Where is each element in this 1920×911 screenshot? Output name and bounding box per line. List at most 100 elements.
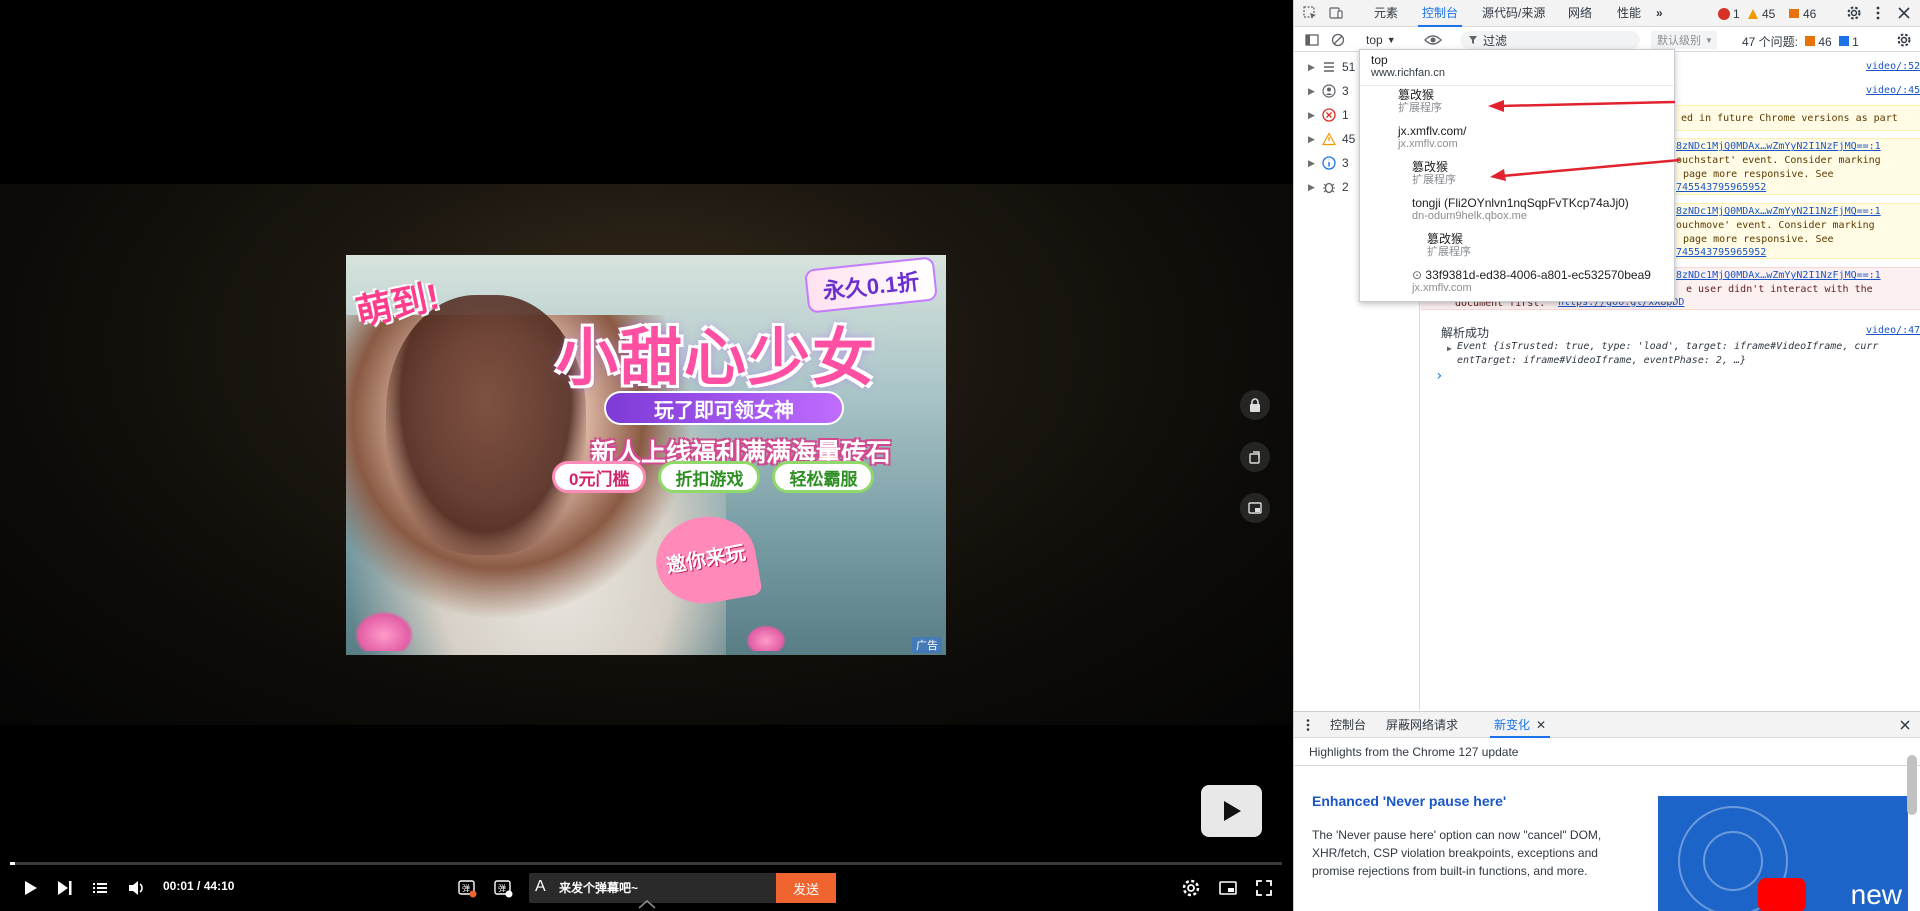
tab-network[interactable]: 网络 — [1564, 0, 1596, 27]
volume-button[interactable] — [124, 873, 148, 903]
video-player[interactable]: 萌到! 永久0.1折 小甜心少女 玩了即可领女神 新人上线福利满满海量砖石 0元… — [0, 0, 1293, 911]
error-count-badge[interactable]: 1 — [1718, 7, 1740, 21]
context-option-tampermonkey[interactable]: 篡改猴 扩展程序 — [1412, 161, 1456, 187]
context-option-tongji[interactable]: tongji (Fli2OYnlvn1nqSqpFvTKcp74aJj0) dn… — [1412, 197, 1629, 223]
annotation-arrows — [1488, 100, 1680, 181]
event-object: entTarget: iframe#VideoIframe, eventPhas… — [1457, 355, 1746, 366]
big-play-button[interactable] — [1201, 785, 1262, 837]
pip-button[interactable] — [1216, 873, 1240, 903]
fullscreen-button[interactable] — [1252, 873, 1276, 903]
feature-video-thumbnail[interactable]: new — [1658, 796, 1908, 911]
console-settings-icon[interactable] — [1896, 32, 1912, 48]
tab-sources[interactable]: 源代码/来源 — [1478, 0, 1549, 27]
console-prompt[interactable]: › — [1435, 368, 1443, 384]
sidebar-item-info[interactable]: ▶ 3 — [1308, 154, 1349, 172]
sidebar-count: 3 — [1342, 84, 1349, 98]
play-icon — [25, 881, 37, 895]
ad-chip: 折扣游戏 — [658, 461, 761, 493]
frame-icon: ⊙ — [1412, 268, 1426, 282]
warning-count-badge[interactable]: 45 — [1747, 7, 1775, 21]
context-option-sub: dn-odum9helk.qbox.me — [1412, 210, 1527, 222]
eye-icon[interactable] — [1424, 32, 1442, 48]
context-option-title: 篡改猴 — [1412, 160, 1449, 174]
ad-chip: 0元门槛 — [552, 461, 647, 493]
source-link[interactable]: video/:521 — [1866, 61, 1920, 72]
progress-bar[interactable] — [10, 862, 1282, 865]
feature-title[interactable]: Enhanced 'Never pause here' — [1312, 793, 1506, 809]
more-vertical-icon[interactable] — [1304, 718, 1312, 732]
font-style-icon[interactable]: A — [535, 878, 555, 898]
drawer-tab-network-blocking[interactable]: 屏蔽网络请求 — [1386, 712, 1458, 738]
source-link[interactable]: 8zNDc1MjQ0MDAx…wZmYyN2I1NzFjMQ==:1 — [1676, 206, 1881, 217]
list-icon — [1324, 62, 1334, 72]
source-link[interactable]: video/:454 — [1866, 85, 1920, 96]
context-option-sub: 扩展程序 — [1427, 246, 1471, 258]
more-vertical-icon[interactable] — [1870, 5, 1886, 21]
bug-icon — [1323, 182, 1335, 194]
danmaku-input[interactable] — [559, 873, 759, 903]
rotate-button[interactable] — [1240, 442, 1270, 472]
close-icon[interactable]: ✕ — [1536, 718, 1546, 732]
sidebar-item-warnings[interactable]: ▶ 45 — [1308, 130, 1355, 148]
inspect-element-icon[interactable] — [1302, 5, 1318, 21]
device-toolbar-icon[interactable] — [1328, 5, 1344, 21]
drawer-tab-console[interactable]: 控制台 — [1330, 712, 1366, 738]
context-option-frame[interactable]: ⊙ 33f9381d-ed38-4006-a801-ec532570bea9 j… — [1412, 269, 1651, 295]
source-link[interactable]: video/:475 — [1866, 325, 1920, 336]
caret-down-icon: ▼ — [1705, 35, 1713, 45]
caret-down-icon: ▼ — [1386, 35, 1396, 45]
danmaku-settings-button[interactable]: 弹 — [490, 873, 516, 903]
event-object[interactable]: Event {isTrusted: true, type: 'load', ta… — [1457, 340, 1878, 353]
context-option-tampermonkey[interactable]: 篡改猴 扩展程序 — [1427, 233, 1471, 259]
settings-button[interactable] — [1179, 873, 1203, 903]
issue-count-badge[interactable]: 46 — [1788, 7, 1816, 21]
context-option-jx-xmflv[interactable]: jx.xmflv.com/ jx.xmflv.com — [1398, 125, 1466, 151]
tab-elements[interactable]: 元素 — [1370, 0, 1402, 27]
source-link[interactable]: 8zNDc1MjQ0MDAx…wZmYyN2I1NzFjMQ==:1 — [1676, 141, 1881, 152]
log-level-select[interactable]: 默认级别 ▼ — [1651, 31, 1717, 49]
lock-button[interactable] — [1240, 390, 1270, 420]
info-icon — [1322, 156, 1336, 170]
clear-console-icon[interactable] — [1330, 32, 1346, 48]
sidebar-item-messages[interactable]: ▶ 51 — [1308, 58, 1355, 76]
playlist-button[interactable] — [88, 873, 112, 903]
close-icon[interactable] — [1896, 5, 1912, 21]
devtools-tab-bar: 元素 控制台 源代码/来源 网络 性能 » 1 45 46 — [1294, 0, 1920, 27]
tab-performance[interactable]: 性能 — [1613, 0, 1645, 27]
sidebar-count: 45 — [1342, 132, 1356, 146]
youtube-play-icon — [1758, 878, 1806, 911]
send-danmaku-button[interactable]: 发送 — [776, 873, 836, 903]
more-tabs-icon[interactable]: » — [1652, 0, 1667, 27]
gear-icon[interactable] — [1846, 5, 1862, 21]
tab-console[interactable]: 控制台 — [1418, 0, 1463, 27]
context-selector[interactable]: top ▼ — [1366, 31, 1396, 49]
log-level-value: 默认级别 — [1657, 35, 1701, 47]
pip-side-button[interactable] — [1240, 493, 1270, 523]
expand-arrow-icon[interactable]: ▶ — [1447, 344, 1452, 353]
filter-input[interactable]: 过滤 — [1460, 31, 1640, 49]
source-link[interactable]: 8zNDc1MjQ0MDAx…wZmYyN2I1NzFjMQ==:1 — [1676, 270, 1881, 281]
danmaku-toggle-button[interactable]: 弹 — [454, 873, 480, 903]
context-option-top[interactable]: top www.richfan.cn — [1360, 50, 1674, 84]
chevron-up-icon[interactable] — [636, 897, 658, 911]
sidebar-item-verbose[interactable]: ▶ 2 — [1308, 178, 1349, 196]
next-button[interactable] — [52, 873, 76, 903]
sidebar-item-user-messages[interactable]: ▶ 3 — [1308, 82, 1349, 100]
sidebar-toggle-icon[interactable] — [1304, 32, 1320, 48]
close-drawer-icon[interactable] — [1899, 719, 1911, 731]
issues-count-b: 1 — [1852, 35, 1859, 49]
expand-arrow-icon: ▶ — [1308, 61, 1315, 72]
context-option-tampermonkey[interactable]: 篡改猴 扩展程序 — [1398, 89, 1442, 115]
ad-banner[interactable]: 萌到! 永久0.1折 小甜心少女 玩了即可领女神 新人上线福利满满海量砖石 0元… — [346, 255, 946, 655]
thumbnail-decoration — [1703, 831, 1763, 891]
warning-link[interactable]: 745543795965952 — [1676, 182, 1766, 193]
play-button[interactable] — [18, 873, 42, 903]
issues-summary[interactable]: 47 个问题: 46 1 — [1742, 33, 1859, 50]
expand-arrow-icon: ▶ — [1308, 157, 1315, 168]
drawer-tab-whats-new[interactable]: 新变化 ✕ — [1490, 712, 1551, 738]
whats-new-header: Highlights from the Chrome 127 update — [1294, 739, 1920, 766]
expand-arrow-icon: ▶ — [1308, 133, 1315, 144]
sidebar-item-errors[interactable]: ▶ 1 — [1308, 106, 1349, 124]
drawer-scrollbar[interactable] — [1907, 755, 1917, 815]
warning-link[interactable]: 745543795965952 — [1676, 247, 1766, 258]
